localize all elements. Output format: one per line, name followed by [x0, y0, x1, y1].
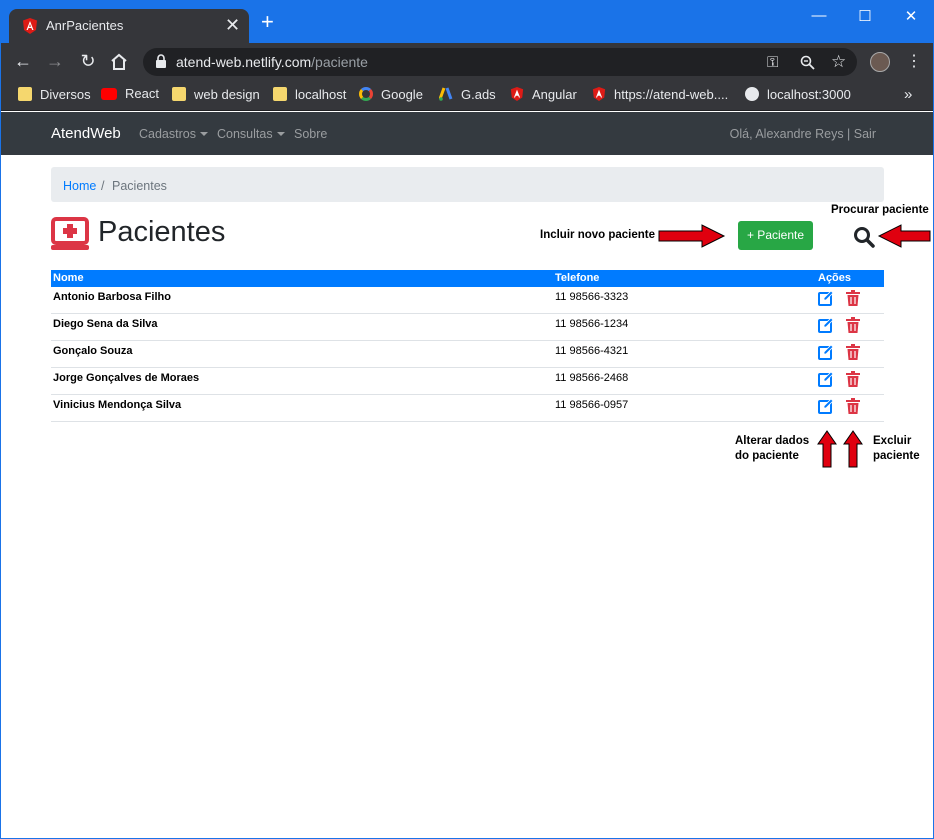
bookmark-gads[interactable]: G.ads	[439, 87, 496, 105]
avatar[interactable]	[870, 52, 890, 72]
table-row: Antonio Barbosa Filho 11 98566-3323	[51, 287, 884, 314]
delete-icon[interactable]	[846, 290, 860, 306]
breadcrumb-home[interactable]: Home	[63, 179, 96, 193]
edit-icon[interactable]	[818, 290, 834, 306]
url-text: atend-web.netlify.com/paciente	[176, 54, 368, 70]
table-row: Diego Sena da Silva 11 98566-1234	[51, 314, 884, 341]
bookmark-atend-web[interactable]: https://atend-web....	[592, 87, 728, 105]
tab-close-icon[interactable]: ✕	[225, 15, 240, 36]
header-phone: Telefone	[555, 272, 600, 284]
patient-name: Antonio Barbosa Filho	[53, 291, 171, 303]
more-bookmarks-icon[interactable]: »	[904, 86, 912, 103]
nav-item-cadastros[interactable]: Cadastros	[139, 127, 208, 141]
title-bar: AnrPacientes ✕ + — ☐ ✕	[1, 1, 933, 43]
bookmark-google[interactable]: Google	[359, 87, 423, 105]
edit-icon[interactable]	[818, 371, 834, 387]
angular-icon	[23, 18, 37, 34]
patient-phone: 11 98566-4321	[555, 345, 629, 357]
header-actions: Ações	[818, 272, 852, 284]
arrow-up-icon	[843, 430, 863, 468]
caret-down-icon	[199, 132, 208, 136]
arrow-left-icon	[877, 224, 931, 248]
close-window-icon[interactable]: ✕	[901, 7, 921, 25]
patient-phone: 11 98566-2468	[555, 372, 629, 384]
arrow-right-icon	[658, 224, 726, 248]
add-patient-button[interactable]: + Paciente	[738, 221, 813, 250]
edit-icon[interactable]	[818, 344, 834, 360]
browser-window: AnrPacientes ✕ + — ☐ ✕ ← → ↻ atend-web.n…	[0, 0, 934, 839]
breadcrumb-separator: /	[101, 179, 105, 193]
header-name: Nome	[53, 272, 84, 284]
folder-icon	[18, 87, 32, 101]
search-icon[interactable]	[853, 226, 875, 248]
bookmark-react[interactable]: React	[101, 87, 159, 105]
angular-icon	[592, 87, 606, 101]
youtube-icon	[101, 88, 117, 100]
minimize-icon[interactable]: —	[809, 7, 829, 24]
folder-icon	[172, 87, 186, 101]
bookmark-diversos[interactable]: Diversos	[18, 87, 91, 105]
home-icon[interactable]	[109, 53, 129, 71]
table-body: Antonio Barbosa Filho 11 98566-3323 Diego …	[51, 287, 884, 422]
globe-icon	[745, 87, 759, 101]
delete-icon[interactable]	[846, 398, 860, 414]
arrow-up-icon	[817, 430, 837, 468]
google-icon	[359, 87, 373, 101]
star-icon[interactable]: ☆	[831, 52, 846, 72]
brand-link[interactable]: AtendWeb	[51, 125, 121, 142]
caret-down-icon	[276, 132, 285, 136]
key-icon[interactable]: ⚿	[767, 54, 778, 71]
bookmarks-bar: Diversos React web design localhost Goog…	[1, 81, 933, 111]
delete-icon[interactable]	[846, 344, 860, 360]
annotation-search: Procurar paciente	[831, 204, 929, 216]
user-greeting[interactable]: Olá, Alexandre Reys | Sair	[730, 127, 876, 141]
tab-title: AnrPacientes	[46, 18, 124, 33]
breadcrumb-current: Pacientes	[112, 179, 167, 193]
reload-icon[interactable]: ↻	[77, 51, 99, 72]
bookmark-localhost-3000[interactable]: localhost:3000	[745, 87, 851, 105]
edit-icon[interactable]	[818, 317, 834, 333]
delete-icon[interactable]	[846, 371, 860, 387]
annotation-edit: Alterar dados do paciente	[735, 435, 810, 462]
nav-item-sobre[interactable]: Sobre	[294, 127, 327, 141]
google-ads-icon	[439, 87, 453, 101]
patient-phone: 11 98566-1234	[555, 318, 629, 330]
folder-icon	[273, 87, 287, 101]
patients-table: Nome Telefone Ações Antonio Barbosa Filh…	[51, 270, 884, 422]
angular-icon	[510, 87, 524, 101]
browser-tab[interactable]: AnrPacientes ✕	[9, 9, 249, 43]
patient-phone: 11 98566-0957	[555, 399, 629, 411]
delete-icon[interactable]	[846, 317, 860, 333]
address-bar[interactable]: atend-web.netlify.com/paciente ⚿ ☆	[143, 48, 857, 76]
table-row: Gonçalo Souza 11 98566-4321	[51, 341, 884, 368]
forward-icon[interactable]: →	[44, 51, 66, 72]
table-header: Nome Telefone Ações	[51, 270, 884, 287]
patient-name: Vinicius Mendonça Silva	[53, 399, 182, 411]
new-tab-button[interactable]: +	[261, 11, 274, 33]
lock-icon	[156, 54, 166, 68]
app-navbar: AtendWeb Cadastros Consultas Sobre Olá, …	[1, 112, 933, 155]
patient-phone: 11 98566-3323	[555, 291, 629, 303]
browser-toolbar: ← → ↻ atend-web.netlify.com/paciente ⚿ ☆…	[1, 43, 933, 81]
bookmark-web-design[interactable]: web design	[172, 87, 260, 105]
nav-item-consultas[interactable]: Consultas	[217, 127, 285, 141]
table-row: Vinicius Mendonça Silva 11 98566-0957	[51, 395, 884, 422]
bookmark-localhost[interactable]: localhost	[273, 87, 346, 105]
medical-monitor-icon	[51, 217, 89, 250]
patient-name: Jorge Gonçalves de Moraes	[53, 372, 200, 384]
page-title: Pacientes	[98, 216, 226, 248]
back-icon[interactable]: ←	[12, 51, 34, 72]
annotation-add: Incluir novo paciente	[540, 229, 656, 241]
bookmark-angular[interactable]: Angular	[510, 87, 577, 105]
edit-icon[interactable]	[818, 398, 834, 414]
annotation-delete: Excluir paciente	[873, 435, 920, 462]
zoom-icon[interactable]	[800, 55, 815, 70]
menu-icon[interactable]: ⋮	[906, 51, 922, 71]
patient-name: Gonçalo Souza	[53, 345, 133, 357]
maximize-icon[interactable]: ☐	[855, 7, 875, 25]
patient-name: Diego Sena da Silva	[53, 318, 158, 330]
breadcrumb: Home / Pacientes	[51, 167, 884, 202]
table-row: Jorge Gonçalves de Moraes 11 98566-2468	[51, 368, 884, 395]
